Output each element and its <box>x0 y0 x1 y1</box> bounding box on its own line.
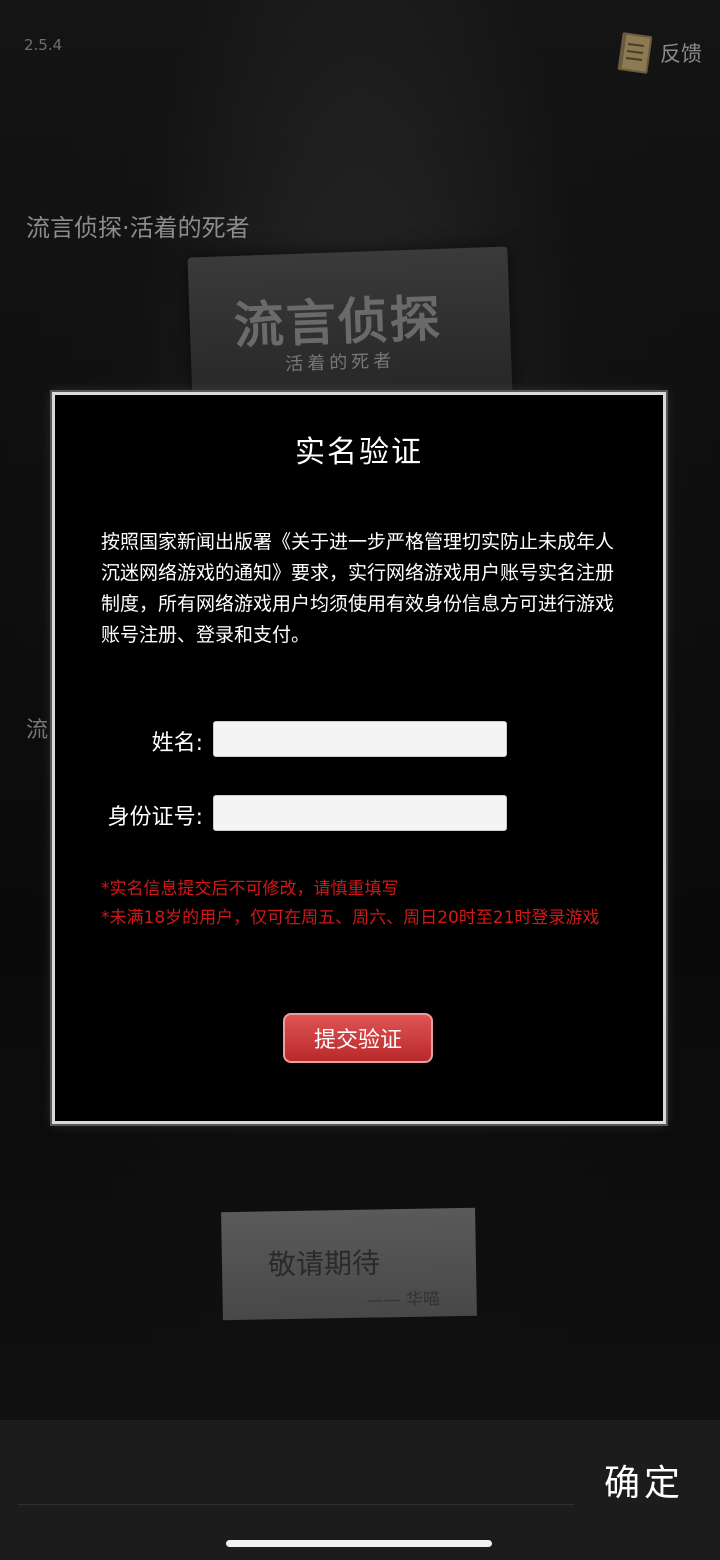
book-subtitle: 活着的死者 <box>284 350 396 376</box>
book-title: 流言侦探 <box>232 288 443 356</box>
id-number-input[interactable] <box>213 795 507 831</box>
submit-verification-button[interactable]: 提交验证 <box>283 1013 433 1063</box>
confirm-button[interactable]: 确定 <box>604 1454 684 1506</box>
background-game-title: 流言侦探·活着的死者 <box>26 214 250 242</box>
version-label: 2.5.4 <box>24 36 63 54</box>
warning-no-modify: *实名信息提交后不可修改，请慎重填写 <box>101 879 399 899</box>
bottom-bar: 确定 <box>0 1420 720 1560</box>
note-text: 敬请期待 <box>267 1246 381 1282</box>
policy-notice: 按照国家新闻出版署《关于进一步严格管理切实防止未成年人沉迷网络游戏的通知》要求，… <box>101 531 615 646</box>
notebook-icon <box>616 30 654 76</box>
name-label: 姓名: <box>151 731 203 756</box>
dialog-title: 实名验证 <box>295 435 423 470</box>
home-indicator[interactable] <box>226 1540 492 1547</box>
coming-soon-note: 敬请期待 —— 华喵 <box>221 1207 477 1321</box>
warning-minor-hours: *未满18岁的用户，仅可在周五、周六、周日20时至21时登录游戏 <box>101 908 600 928</box>
feedback-label: 反馈 <box>660 42 702 66</box>
real-name-verification-dialog: 实名验证 按照国家新闻出版署《关于进一步严格管理切实防止未成年人沉迷网络游戏的通… <box>52 392 666 1124</box>
name-input[interactable] <box>213 721 507 757</box>
note-signature: —— 华喵 <box>366 1289 441 1311</box>
feedback-button[interactable]: 反馈 <box>616 30 702 76</box>
background-second-title: 流 <box>26 718 49 743</box>
divider <box>18 1504 574 1505</box>
id-number-label: 身份证号: <box>107 805 203 830</box>
game-cover-book: 流言侦探 活着的死者 <box>187 246 513 408</box>
